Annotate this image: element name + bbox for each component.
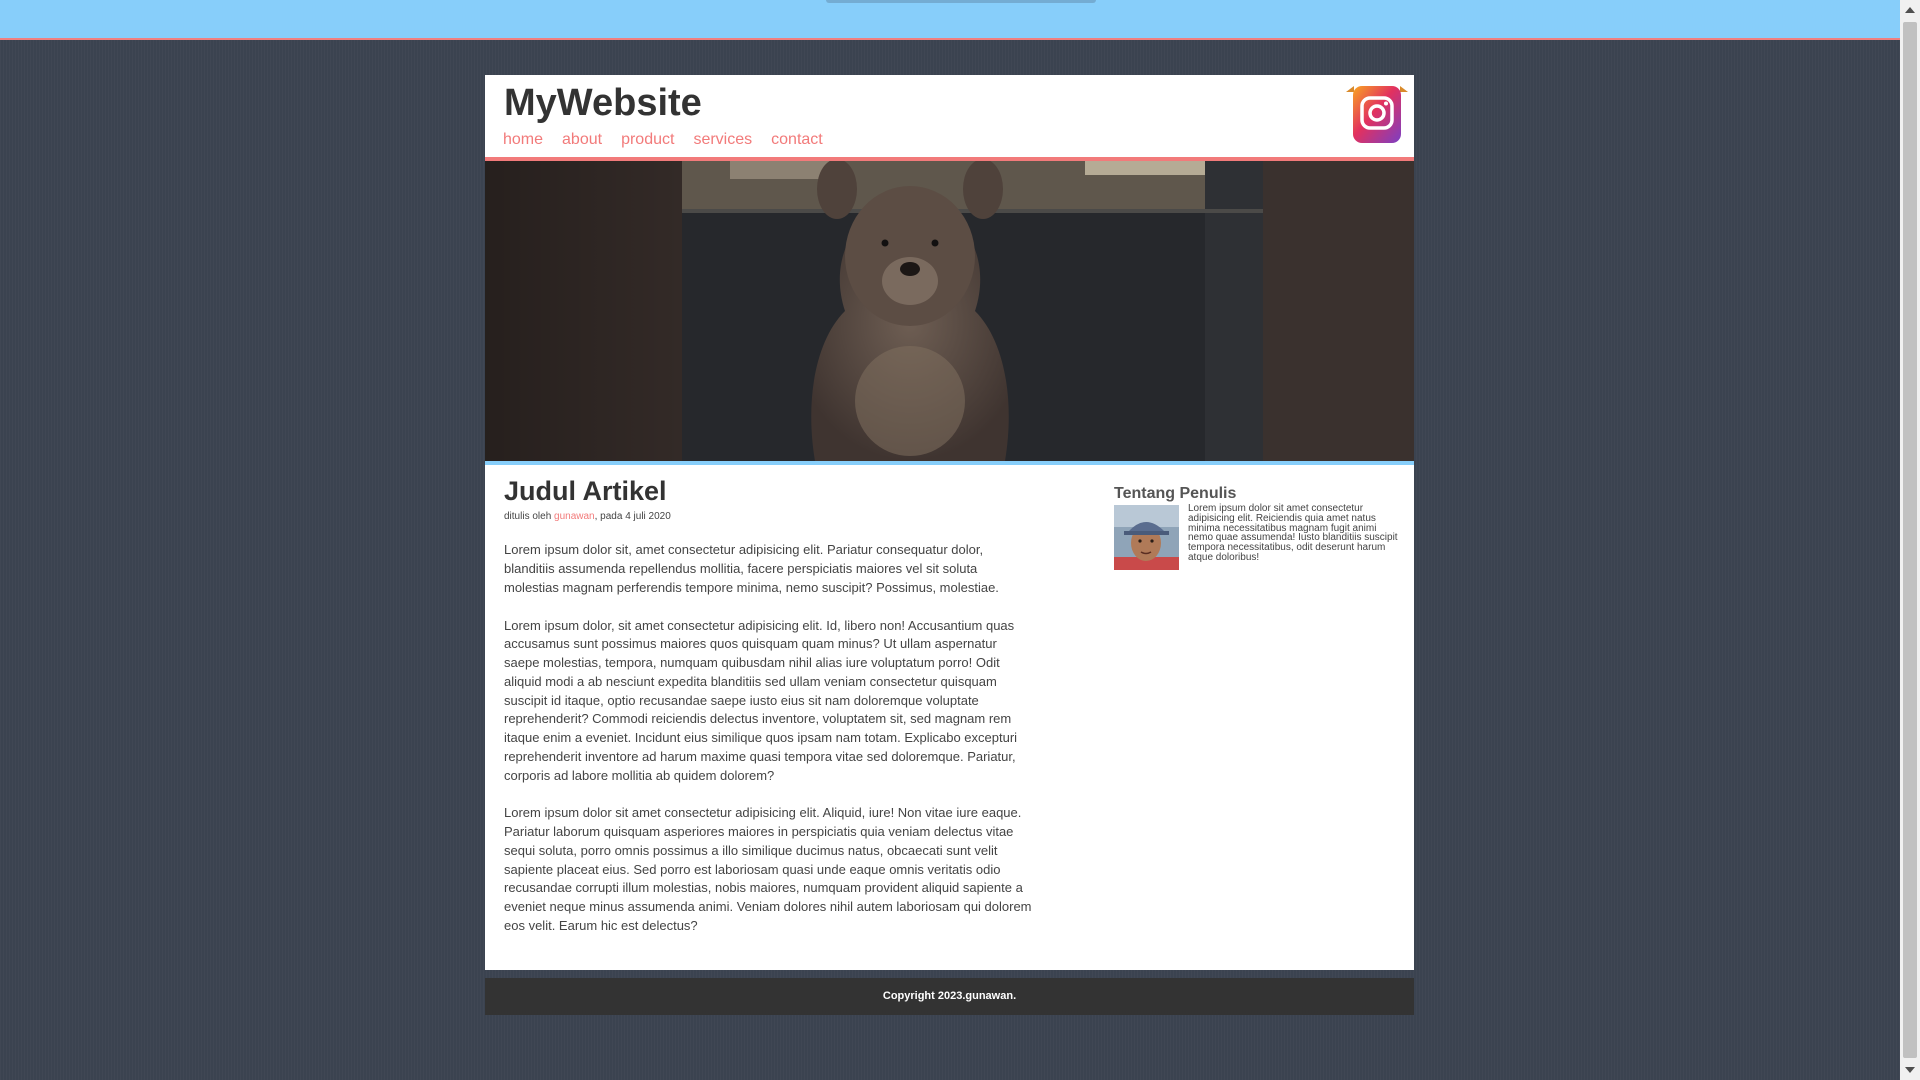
content-area: Judul Artikel ditulis oleh gunawan, pada… (485, 465, 1414, 970)
scrollbar-thumb[interactable] (1903, 22, 1917, 1058)
footer: Copyright 2023.gunawan. (485, 978, 1414, 1015)
article-title: Judul Artikel (504, 476, 667, 506)
scroll-down-arrow-icon[interactable] (1905, 1067, 1915, 1073)
article: Judul Artikel ditulis oleh gunawan, pada… (504, 475, 1034, 936)
top-bar (0, 0, 1900, 40)
footer-copyright: Copyright 2023.gunawan. (882, 990, 1017, 1002)
article-byline: ditulis oleh gunawan, pada 4 juli 2020 (504, 511, 1034, 522)
article-paragraph: Lorem ipsum dolor, sit amet consectetur … (504, 617, 1018, 783)
author-sidebar: Tentang Penulis Lorem ipsum dolor sit am… (1114, 485, 1401, 570)
page-container: MyWebsite home about product services co… (485, 75, 1414, 970)
scroll-up-arrow-icon[interactable] (1905, 7, 1915, 13)
main-nav: home about product services contact (503, 131, 823, 149)
top-bar-notch (826, 0, 1096, 3)
nav-services-link[interactable]: services (693, 131, 752, 149)
author-box: Lorem ipsum dolor sit amet consectetur a… (1114, 503, 1401, 570)
page-scrollbar[interactable] (1900, 0, 1920, 1080)
byline-prefix: ditulis oleh (504, 511, 555, 523)
author-bio: Lorem ipsum dolor sit amet consectetur a… (1188, 503, 1398, 563)
site-title: MyWebsite (504, 82, 702, 124)
hero-image (485, 161, 1414, 465)
instagram-icon[interactable] (1344, 84, 1410, 146)
nav-about-link[interactable]: about (562, 131, 602, 149)
author-photo (1114, 505, 1179, 570)
article-paragraph: Lorem ipsum dolor sit amet consectetur a… (504, 805, 1032, 933)
nav-home-link[interactable]: home (503, 131, 543, 149)
article-paragraph: Lorem ipsum dolor sit, amet consectetur … (504, 542, 999, 595)
sidebar-title: Tentang Penulis (1114, 485, 1237, 502)
author-link[interactable]: gunawan (554, 511, 595, 522)
nav-product-link[interactable]: product (621, 131, 674, 149)
nav-contact-link[interactable]: contact (771, 131, 823, 149)
byline-date: , pada 4 juli 2020 (594, 511, 671, 523)
site-header: MyWebsite home about product services co… (485, 75, 1414, 161)
